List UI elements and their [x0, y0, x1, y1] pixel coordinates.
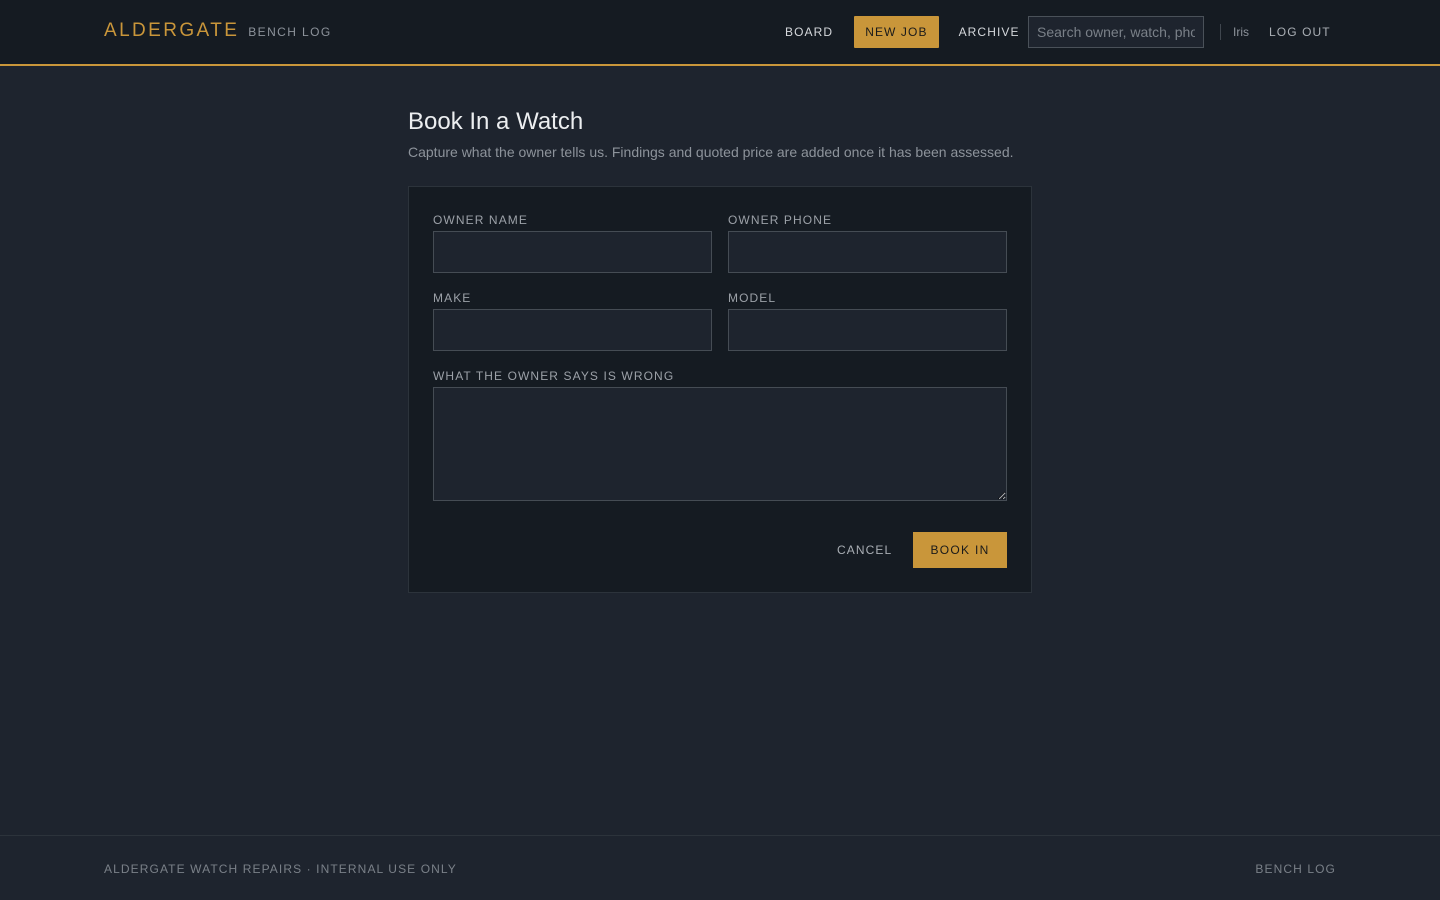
- brand[interactable]: ALDERGATE BENCH LOG: [104, 20, 332, 42]
- owner-phone-field[interactable]: [728, 231, 1007, 273]
- make-label: MAKE: [433, 291, 472, 305]
- logout-link[interactable]: LOG OUT: [1269, 25, 1331, 39]
- footer: ALDERGATE WATCH REPAIRS · INTERNAL USE O…: [0, 835, 1440, 900]
- footer-app-name: BENCH LOG: [1255, 862, 1336, 876]
- cancel-button[interactable]: CANCEL: [837, 543, 892, 557]
- make-field[interactable]: [433, 309, 712, 351]
- book-in-button[interactable]: BOOK IN: [913, 532, 1007, 568]
- nav-new-job[interactable]: NEW JOB: [854, 16, 939, 48]
- owner-name-label: OWNER NAME: [433, 213, 528, 227]
- brand-name: ALDERGATE: [104, 20, 240, 41]
- owner-name-field[interactable]: [433, 231, 712, 273]
- brand-subtitle: BENCH LOG: [248, 25, 332, 39]
- owner-phone-label: OWNER PHONE: [728, 213, 833, 227]
- page-title: Book In a Watch: [408, 108, 584, 135]
- header-divider: [1220, 24, 1221, 40]
- complaint-textarea[interactable]: [433, 387, 1007, 501]
- page-subtitle: Capture what the owner tells us. Finding…: [408, 144, 1014, 160]
- main-nav: BOARD NEW JOB ARCHIVE: [774, 16, 1031, 48]
- nav-archive[interactable]: ARCHIVE: [948, 16, 1031, 48]
- top-bar: ALDERGATE BENCH LOG BOARD NEW JOB ARCHIV…: [0, 0, 1440, 66]
- footer-text: ALDERGATE WATCH REPAIRS · INTERNAL USE O…: [104, 862, 457, 876]
- complaint-label: WHAT THE OWNER SAYS IS WRONG: [433, 369, 675, 383]
- model-label: MODEL: [728, 291, 777, 305]
- model-field[interactable]: [728, 309, 1007, 351]
- nav-board[interactable]: BOARD: [774, 16, 844, 48]
- search-input[interactable]: [1028, 16, 1204, 48]
- current-user: Iris: [1233, 25, 1249, 39]
- book-in-form: OWNER NAME OWNER PHONE MAKE MODEL WHAT T…: [408, 186, 1032, 593]
